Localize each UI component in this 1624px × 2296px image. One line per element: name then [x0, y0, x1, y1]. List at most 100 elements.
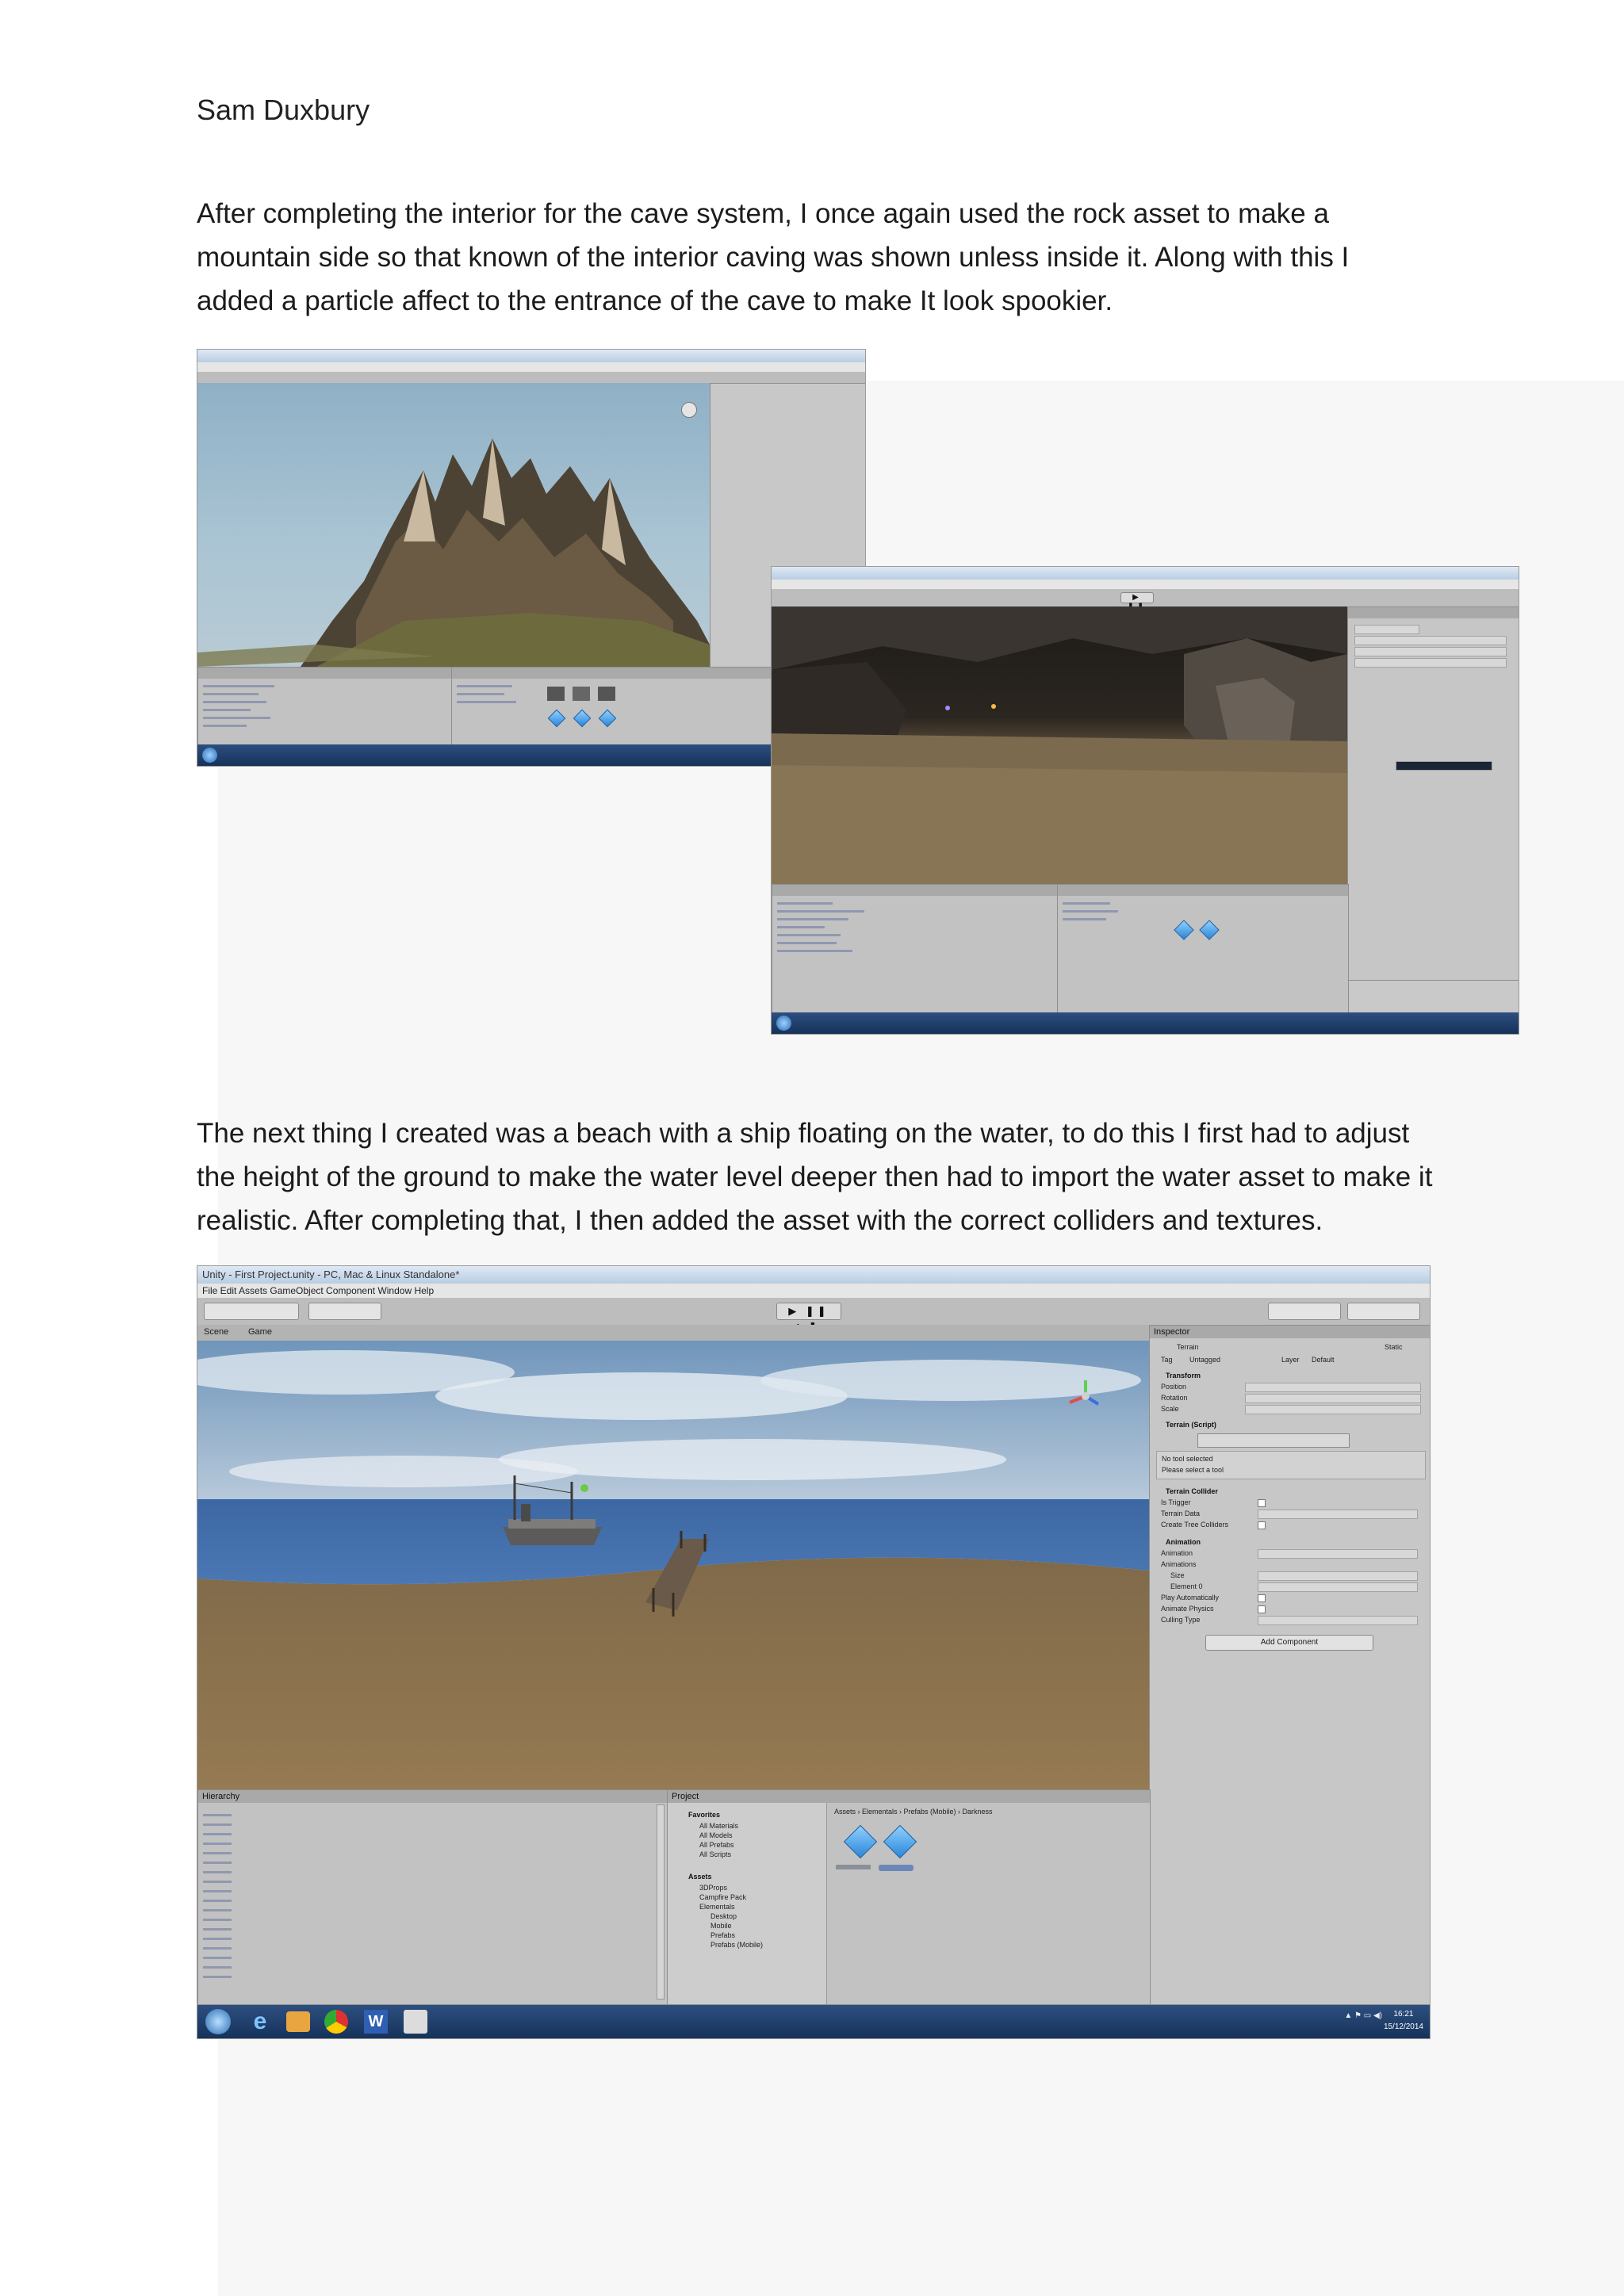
- table-row[interactable]: [203, 1938, 232, 1940]
- list-item[interactable]: [203, 709, 251, 711]
- tree-colliders-checkbox[interactable]: [1258, 1521, 1266, 1529]
- unity-icon[interactable]: [404, 2010, 427, 2034]
- chrome-icon[interactable]: [324, 2010, 348, 2034]
- list-item[interactable]: [777, 950, 852, 952]
- prefab-cube-icon[interactable]: [1174, 920, 1194, 940]
- terrain-script-header[interactable]: Terrain (Script): [1166, 1421, 1216, 1429]
- menu-bar[interactable]: File Edit Assets GameObject Component Wi…: [197, 1284, 1430, 1298]
- table-row[interactable]: [203, 1976, 232, 1978]
- list-item[interactable]: [203, 725, 247, 727]
- start-button-icon[interactable]: [776, 1016, 791, 1031]
- scene-gizmo-icon[interactable]: [681, 402, 697, 418]
- rotation-field[interactable]: [1245, 1394, 1421, 1403]
- list-item[interactable]: [777, 926, 825, 928]
- element-field[interactable]: [1258, 1582, 1418, 1592]
- position-field[interactable]: [1245, 1383, 1421, 1392]
- pivot-toggle[interactable]: [308, 1303, 381, 1320]
- start-button-icon[interactable]: [202, 748, 217, 763]
- list-item[interactable]: [777, 942, 837, 944]
- hierarchy-scrollbar[interactable]: [657, 1804, 665, 1999]
- asset-folder[interactable]: Campfire Pack: [699, 1893, 746, 1901]
- table-row[interactable]: [203, 1900, 232, 1902]
- play-controls[interactable]: ▶ ❚❚ ▶❚: [776, 1303, 841, 1333]
- table-row[interactable]: [203, 1871, 232, 1873]
- table-row[interactable]: [203, 1881, 232, 1883]
- prefab-cube-icon[interactable]: [843, 1824, 878, 1859]
- table-row[interactable]: [203, 1928, 232, 1931]
- prefab-cube-icon[interactable]: [598, 709, 617, 728]
- list-item[interactable]: [203, 685, 274, 687]
- list-item[interactable]: [777, 902, 833, 905]
- tab-game[interactable]: Game: [248, 1327, 272, 1337]
- project-tab[interactable]: Project: [668, 1790, 1150, 1803]
- asset-folder[interactable]: Prefabs (Mobile): [710, 1941, 763, 1949]
- project-tab[interactable]: [1058, 885, 1348, 896]
- taskbar-clock[interactable]: 16:21 15/12/2014: [1384, 2008, 1423, 2034]
- table-row[interactable]: [203, 1909, 232, 1911]
- list-item[interactable]: [1063, 902, 1110, 905]
- is-trigger-checkbox[interactable]: [1258, 1499, 1266, 1507]
- favorite-item[interactable]: All Materials: [699, 1822, 738, 1830]
- terrain-collider-header[interactable]: Terrain Collider: [1166, 1487, 1218, 1495]
- inspector-tab[interactable]: [1348, 607, 1519, 618]
- asset-folder[interactable]: Prefabs: [710, 1931, 735, 1939]
- layer-dropdown[interactable]: Default: [1312, 1356, 1335, 1364]
- list-item[interactable]: [777, 910, 864, 913]
- favorite-item[interactable]: All Models: [699, 1831, 733, 1839]
- play-auto-checkbox[interactable]: [1258, 1594, 1266, 1602]
- list-item[interactable]: [457, 685, 512, 687]
- object-name[interactable]: Terrain: [1177, 1343, 1199, 1351]
- asset-folder[interactable]: Mobile: [710, 1922, 732, 1930]
- favorite-item[interactable]: All Scripts: [699, 1850, 731, 1858]
- prefab-cube-icon[interactable]: [573, 709, 592, 728]
- table-row[interactable]: [203, 1966, 232, 1969]
- list-item[interactable]: [203, 693, 259, 695]
- list-item[interactable]: [1063, 918, 1106, 920]
- table-row[interactable]: [203, 1947, 232, 1950]
- list-item[interactable]: [1063, 910, 1118, 913]
- hierarchy-tab[interactable]: [772, 885, 1058, 896]
- table-row[interactable]: [203, 1957, 232, 1959]
- inspector-field[interactable]: [1354, 658, 1507, 668]
- asset-folder[interactable]: Desktop: [710, 1912, 737, 1920]
- inspector-field[interactable]: [1354, 625, 1419, 634]
- asset-folder[interactable]: Elementals: [699, 1903, 735, 1911]
- hierarchy-tab[interactable]: Hierarchy: [198, 1790, 668, 1803]
- size-field[interactable]: [1258, 1571, 1418, 1581]
- tag-dropdown[interactable]: Untagged: [1189, 1356, 1220, 1364]
- inspector-field[interactable]: [1354, 636, 1507, 645]
- transform-header[interactable]: Transform: [1166, 1372, 1201, 1380]
- file-explorer-icon[interactable]: [286, 2011, 310, 2032]
- table-row[interactable]: [203, 1919, 232, 1921]
- layout-dropdown[interactable]: [1347, 1303, 1420, 1320]
- table-row[interactable]: [203, 1843, 232, 1845]
- terrain-tool-buttons[interactable]: [1197, 1433, 1350, 1448]
- prefab-cube-icon[interactable]: [1199, 920, 1220, 940]
- animation-field[interactable]: [1258, 1549, 1418, 1559]
- prefab-cube-icon[interactable]: [883, 1824, 917, 1859]
- terrain-data-field[interactable]: [1258, 1510, 1418, 1519]
- add-component-button[interactable]: Add Component: [1205, 1635, 1373, 1651]
- list-item[interactable]: [777, 934, 841, 936]
- list-item[interactable]: [203, 717, 270, 719]
- asset-thumbnail[interactable]: [598, 687, 615, 701]
- list-item[interactable]: [457, 693, 504, 695]
- animate-physics-checkbox[interactable]: [1258, 1605, 1266, 1613]
- start-button-icon[interactable]: [205, 2009, 231, 2034]
- asset-thumbnail[interactable]: [573, 687, 590, 701]
- table-row[interactable]: [203, 1814, 232, 1816]
- asset-folder[interactable]: 3DProps: [699, 1884, 727, 1892]
- internet-explorer-icon[interactable]: e: [247, 2009, 274, 2034]
- animations-label[interactable]: Animations: [1161, 1560, 1197, 1568]
- layers-dropdown[interactable]: [1268, 1303, 1341, 1320]
- word-icon[interactable]: W: [364, 2010, 388, 2034]
- static-checkbox[interactable]: Static: [1385, 1343, 1403, 1351]
- table-row[interactable]: [203, 1852, 232, 1854]
- color-field[interactable]: [1396, 761, 1492, 771]
- taskbar-tray-icons[interactable]: ▲ ⚑ ▭ ◀): [1344, 2011, 1382, 2020]
- favorites-header[interactable]: Favorites: [688, 1811, 720, 1819]
- tab-scene[interactable]: Scene: [204, 1327, 228, 1337]
- prefab-cube-icon[interactable]: [547, 709, 566, 728]
- breadcrumb[interactable]: Assets › Elementals › Prefabs (Mobile) ›…: [834, 1808, 993, 1816]
- scale-field[interactable]: [1245, 1405, 1421, 1414]
